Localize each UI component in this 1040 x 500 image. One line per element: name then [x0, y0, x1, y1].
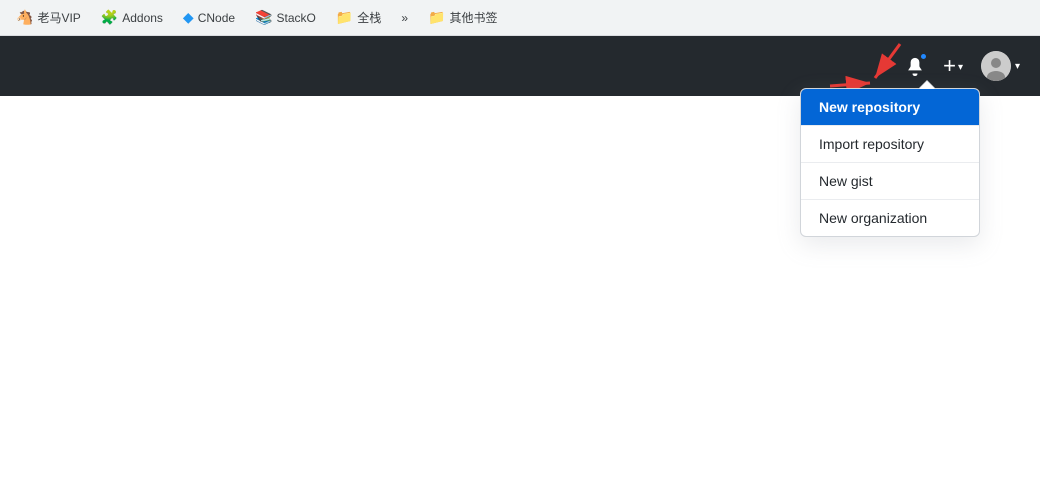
- bookmark-label-addons: Addons: [122, 11, 163, 25]
- new-organization-item[interactable]: New organization: [801, 199, 979, 236]
- dropdown-caret: [919, 81, 935, 89]
- new-gist-item[interactable]: New gist: [801, 162, 979, 199]
- bookmark-stacko[interactable]: 📚 StackO: [247, 5, 324, 30]
- bookmark-icon-quanzhan: 📁: [336, 9, 353, 26]
- bookmark-laoma-vip[interactable]: 🐴 老马VIP: [8, 5, 89, 30]
- create-new-button[interactable]: + ▾: [937, 51, 969, 81]
- github-header: + ▾ ▾ New repository Import repository N…: [0, 36, 1040, 96]
- user-menu-button[interactable]: ▾: [977, 49, 1024, 83]
- bookmark-qita[interactable]: 📁 其他书签: [420, 5, 505, 30]
- bookmark-label-qita: 其他书签: [449, 9, 497, 26]
- bookmark-bar: 🐴 老马VIP 🧩 Addons ◆ CNode 📚 StackO 📁 全栈 »…: [0, 0, 1040, 36]
- arrows-overlay: [0, 36, 1040, 96]
- bookmark-label-laoma: 老马VIP: [37, 9, 80, 26]
- bookmark-more[interactable]: »: [393, 7, 416, 29]
- bookmark-label-cnode: CNode: [198, 11, 235, 25]
- avatar-image: [981, 51, 1011, 81]
- new-repository-item[interactable]: New repository: [801, 89, 979, 125]
- bookmark-label-stacko: StackO: [277, 11, 316, 25]
- bookmark-icon-laoma: 🐴: [16, 9, 33, 26]
- caret-down-icon: ▾: [958, 62, 963, 73]
- bookmark-cnode[interactable]: ◆ CNode: [175, 5, 243, 30]
- bookmark-icon-stacko: 📚: [255, 9, 272, 26]
- bookmark-label-quanzhan: 全栈: [357, 9, 381, 26]
- bookmark-quanzhan[interactable]: 📁 全栈: [328, 5, 389, 30]
- create-dropdown-menu: New repository Import repository New gis…: [800, 88, 980, 237]
- bookmark-icon-qita: 📁: [428, 9, 445, 26]
- bookmark-more-icon: »: [401, 11, 408, 25]
- notification-dot: [919, 52, 928, 61]
- notifications-button[interactable]: [901, 52, 929, 80]
- import-repository-item[interactable]: Import repository: [801, 125, 979, 162]
- avatar-caret-icon: ▾: [1015, 61, 1020, 72]
- avatar: [981, 51, 1011, 81]
- plus-icon: +: [943, 55, 956, 77]
- bookmark-icon-cnode: ◆: [183, 9, 194, 26]
- header-right-controls: + ▾ ▾: [901, 49, 1024, 83]
- bookmark-icon-addons: 🧩: [101, 9, 118, 26]
- bookmark-addons[interactable]: 🧩 Addons: [93, 5, 171, 30]
